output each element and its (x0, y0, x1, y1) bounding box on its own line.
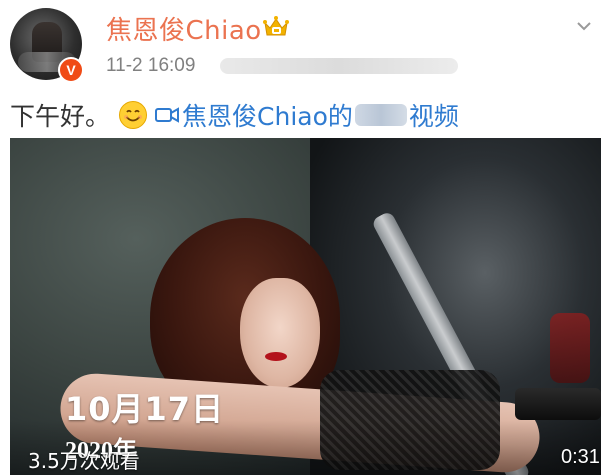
woman-lips (265, 352, 287, 361)
motorcycle-taillight (550, 313, 590, 383)
post-timestamp: 11-2 16:09 (106, 55, 196, 76)
video-link-author: 焦恩俊Chiao的 (182, 102, 353, 131)
smiley-emoji-icon (119, 101, 148, 129)
video-camera-icon (155, 107, 180, 123)
woman-face (240, 278, 320, 388)
redacted-text (354, 104, 407, 126)
post-greeting: 下午好。 (10, 102, 111, 131)
video-link[interactable]: 焦恩俊Chiao的 视频 (154, 97, 459, 133)
video-duration: 0:31 (561, 446, 600, 468)
post-text: 下午好。 焦恩俊Chiao的 视频 (10, 98, 459, 132)
chevron-down-icon[interactable] (576, 20, 592, 32)
pistol-prop (515, 388, 601, 420)
crown-icon (263, 16, 289, 36)
video-view-count: 3.5万次观看 (28, 449, 140, 473)
weibo-post: V 焦恩俊Chiao 11-2 16:09 下午好。 焦恩俊Chiao的 视频 … (0, 0, 601, 475)
redacted-source (220, 58, 458, 74)
author-name[interactable]: 焦恩俊Chiao (106, 10, 262, 47)
verified-badge-icon: V (58, 57, 84, 83)
video-date-overlay: 10月17日 (65, 390, 225, 428)
video-link-suffix: 视频 (408, 102, 459, 131)
